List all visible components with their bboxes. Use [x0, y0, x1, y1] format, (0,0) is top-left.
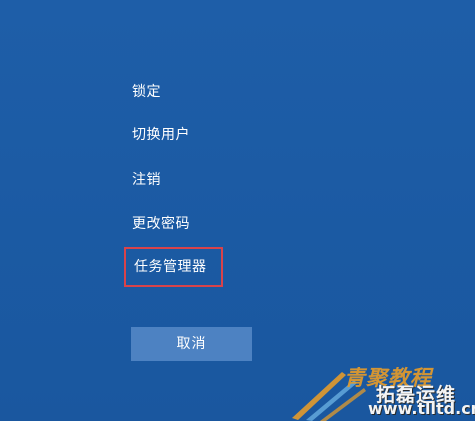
cancel-button[interactable]: 取消: [131, 327, 252, 361]
menu-item-change-password[interactable]: 更改密码: [124, 207, 198, 241]
menu-item-lock[interactable]: 锁定: [124, 75, 169, 109]
menu-item-task-manager[interactable]: 任务管理器: [124, 247, 223, 287]
watermark-logo: 青聚教程 拓磊运维 www.tlltd.cn: [284, 342, 475, 421]
watermark-url: www.tlltd.cn: [368, 399, 475, 418]
security-options-screen: 锁定 切换用户 注销 更改密码 任务管理器 取消 青聚教程 拓磊运维 www.t…: [0, 0, 475, 421]
menu-item-sign-out[interactable]: 注销: [124, 163, 169, 197]
menu-item-switch-user[interactable]: 切换用户: [124, 118, 198, 152]
